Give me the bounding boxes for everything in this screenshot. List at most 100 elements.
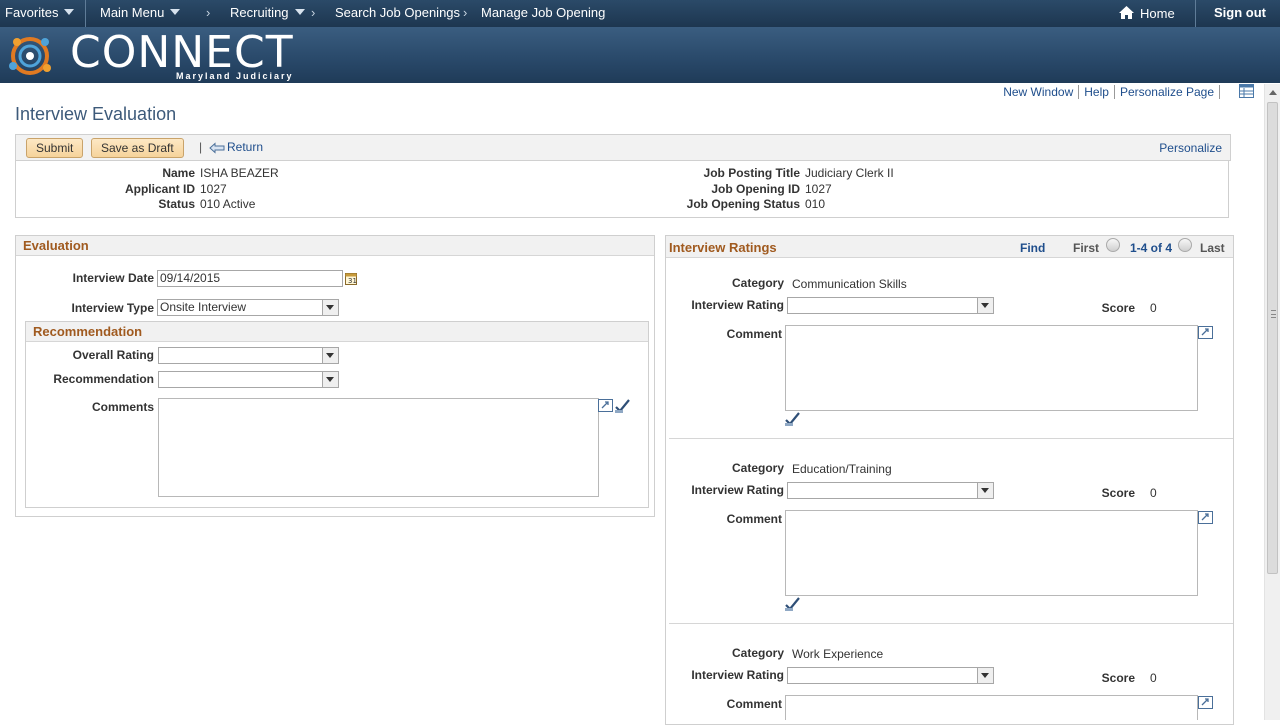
applicant-id-label: Applicant ID [124,182,195,196]
svg-text:31: 31 [348,277,357,285]
connect-logo-icon [9,37,51,75]
category-value: Communication Skills [792,277,907,291]
comment-label: Comment [726,697,782,711]
job-posting-title-label: Job Posting Title [703,166,800,180]
rating-comment-textarea[interactable] [785,510,1198,596]
banner: CONNECT Maryland Judiciary [0,27,1280,83]
chevron-down-icon [322,348,338,363]
interview-rating-label: Interview Rating [691,298,784,312]
scroll-up-icon[interactable] [1269,90,1277,95]
chevron-down-icon [977,668,993,683]
recommendation-dropdown[interactable] [158,371,339,388]
interview-type-label: Interview Type [71,301,154,315]
rating-comment-textarea[interactable] [785,325,1198,411]
expand-textarea-icon[interactable] [1198,326,1213,339]
vertical-scrollbar[interactable] [1264,84,1280,720]
first-label: First [1073,241,1100,255]
return-label: Return [227,140,264,154]
page-title: Interview Evaluation [15,104,177,124]
expand-textarea-icon[interactable] [1198,696,1213,709]
submit-button[interactable]: Submit [26,138,84,158]
nav-divider [1195,0,1196,27]
favorites-menu[interactable]: Favorites [5,5,75,20]
comment-label: Comment [726,327,782,341]
sign-out-link[interactable]: Sign out [1214,5,1266,20]
personalize-page-link[interactable]: Personalize Page [1120,85,1214,99]
job-opening-id: 1027 [805,182,832,196]
category-value: Work Experience [792,647,884,661]
new-window-link[interactable]: New Window [1003,85,1073,99]
action-toolbar: Submit Save as Draft | Return Personaliz… [15,134,1231,161]
score-value: 0 [1150,486,1157,500]
evaluation-header: Evaluation [16,236,654,256]
help-link[interactable]: Help [1084,85,1109,99]
main-menu[interactable]: Main Menu [100,5,181,20]
chevron-down-icon [322,300,338,315]
recommendation-header: Recommendation [26,322,648,342]
favorites-label: Favorites [5,5,59,20]
link-separator [1113,85,1115,99]
spell-check-icon[interactable] [784,411,801,427]
previous-icon[interactable] [1106,238,1120,252]
breadcrumb-label: Recruiting [230,5,289,20]
chevron-down-icon [977,298,993,313]
interview-rating-dropdown[interactable] [787,297,994,314]
interview-ratings-header: Interview Ratings Find First 1-4 of 4 La… [666,236,1233,258]
applicant-name: ISHA BEAZER [200,166,279,180]
breadcrumb-manage-job-opening[interactable]: Manage Job Opening [481,5,605,20]
main-menu-label: Main Menu [100,5,165,20]
overall-rating-label: Overall Rating [72,348,154,362]
spell-check-icon[interactable] [614,398,631,414]
applicant-status: 010 Active [200,197,256,211]
interview-rating-dropdown[interactable] [787,667,994,684]
comment-label: Comment [726,512,782,526]
score-label: Score [1101,301,1135,315]
interview-rating-dropdown[interactable] [787,482,994,499]
score-value: 0 [1150,301,1157,315]
row-range: 1-4 of 4 [1130,241,1173,255]
overall-rating-dropdown[interactable] [158,347,339,364]
toolbar-separator: | [199,140,203,154]
page-layout-icon[interactable] [1239,84,1254,98]
interview-type-value: Onsite Interview [160,300,247,314]
chevron-down-icon [170,9,181,15]
save-as-draft-button[interactable]: Save as Draft [91,138,184,158]
next-icon[interactable] [1178,238,1192,252]
header-links: New Window Help Personalize Page [1003,85,1225,99]
breadcrumb-search-job-openings[interactable]: Search Job Openings [335,5,460,20]
scrollbar-thumb[interactable] [1267,102,1278,574]
interview-type-dropdown[interactable]: Onsite Interview [157,299,339,316]
interview-date-input[interactable]: 09/14/2015 [157,270,343,287]
expand-textarea-icon[interactable] [1198,511,1213,524]
spell-check-icon[interactable] [784,596,801,612]
category-label: Category [731,276,784,290]
breadcrumb-arrow-icon: › [311,5,316,20]
home-label: Home [1140,6,1175,21]
chevron-down-icon [64,9,75,15]
chevron-down-icon [322,372,338,387]
return-link[interactable]: Return [209,140,263,154]
interview-rating-label: Interview Rating [691,483,784,497]
name-label: Name [162,166,195,180]
expand-textarea-icon[interactable] [598,399,613,412]
category-label: Category [731,646,784,660]
find-link[interactable]: Find [1020,241,1045,255]
interview-rating-label: Interview Rating [691,668,784,682]
logo-subtitle: Maryland Judiciary [176,71,294,81]
link-separator [1219,85,1220,99]
comments-textarea[interactable] [158,398,599,497]
personalize-link[interactable]: Personalize [1159,141,1222,155]
last-label: Last [1200,241,1225,255]
chevron-down-icon [977,483,993,498]
calendar-icon[interactable]: 31 [345,272,357,285]
score-label: Score [1101,671,1135,685]
job-posting-title: Judiciary Clerk II [805,166,894,180]
job-opening-id-label: Job Opening ID [711,182,800,196]
home-link[interactable]: Home [1118,5,1175,21]
rating-comment-textarea[interactable] [785,695,1198,720]
status-label: Status [158,197,195,211]
breadcrumb-arrow-icon: › [463,5,468,20]
breadcrumb-recruiting[interactable]: Recruiting [230,5,305,20]
interview-ratings-title: Interview Ratings [669,240,777,255]
nav-divider [85,0,86,27]
